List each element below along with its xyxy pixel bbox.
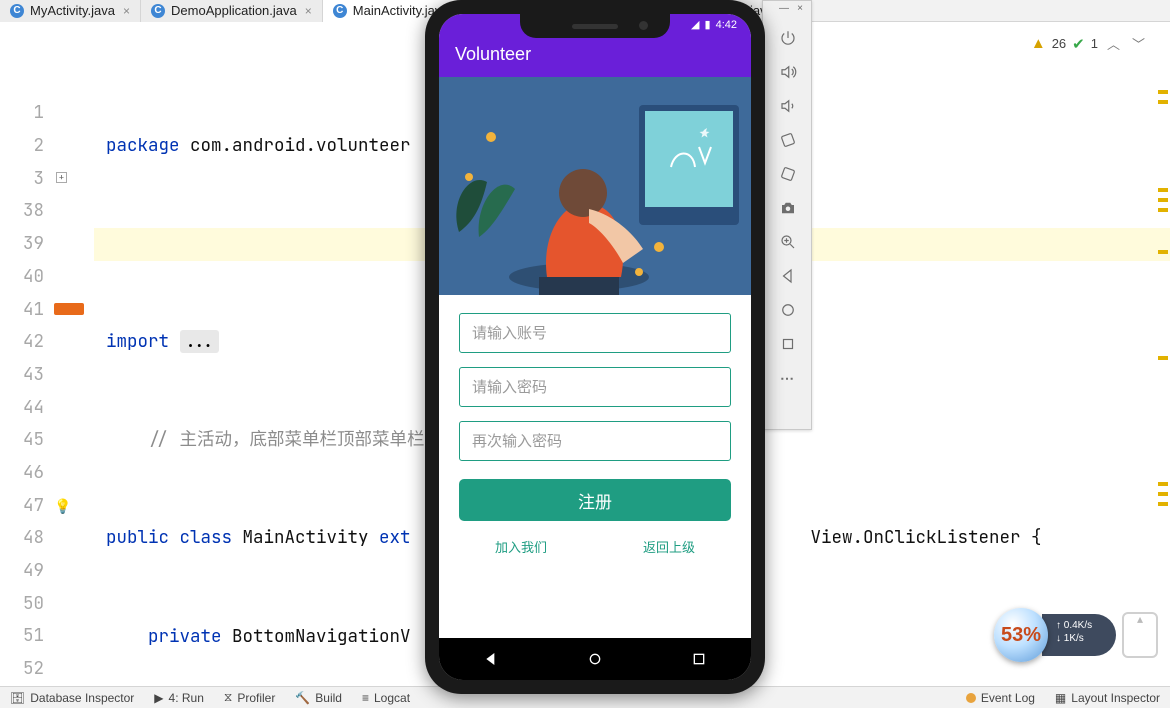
rotate-right-button[interactable] [763, 157, 813, 191]
line-number-gutter: 1233839404142434445464748495051525354 [0, 22, 54, 686]
tab-label: DemoApplication.java [171, 3, 297, 18]
android-back-button[interactable] [763, 259, 813, 293]
volume-down-button[interactable] [763, 89, 813, 123]
java-class-icon: C [151, 4, 165, 18]
build-tool-button[interactable]: 🔨Build [285, 691, 352, 705]
nav-home-icon[interactable] [587, 651, 603, 667]
widget-percent: 53% [994, 608, 1048, 662]
database-icon: 🗄 [10, 691, 25, 705]
password-confirm-input[interactable] [459, 421, 731, 461]
database-inspector-button[interactable]: 🗄Database Inspector [0, 691, 144, 705]
volume-up-button[interactable] [763, 55, 813, 89]
android-status-bar: ◢ ▮ 4:42 [691, 18, 737, 31]
play-icon: ▶ [154, 691, 163, 705]
register-button[interactable]: 注册 [459, 479, 731, 521]
signal-icon: ◢ [691, 18, 699, 31]
android-home-button[interactable] [763, 293, 813, 327]
run-tool-button[interactable]: ▶4: Run [144, 691, 214, 705]
nav-overview-icon[interactable] [691, 651, 707, 667]
emulator-toolbar: — × ⋯ [762, 0, 812, 430]
password-input[interactable] [459, 367, 731, 407]
event-log-icon [966, 693, 976, 703]
android-overview-button[interactable] [763, 327, 813, 361]
checkmark-icon: ✔ [1072, 35, 1085, 53]
battery-icon: ▮ [705, 18, 711, 31]
intention-bulb-icon[interactable]: 💡 [54, 498, 71, 516]
next-highlight-button[interactable]: ﹀ [1129, 34, 1148, 53]
minimize-button[interactable]: — [777, 3, 791, 15]
tab-myactivity[interactable]: C MyActivity.java × [0, 0, 141, 22]
prev-highlight-button[interactable]: ︿ [1104, 34, 1123, 53]
join-us-link[interactable]: 加入我们 [495, 537, 547, 556]
inspection-summary: ▲ 26 ✔ 1 ︿ ﹀ [1031, 34, 1148, 53]
close-icon[interactable]: × [305, 4, 312, 18]
emulator-screen[interactable]: ◢ ▮ 4:42 Volunteer [439, 14, 751, 680]
tab-demoapplication[interactable]: C DemoApplication.java × [141, 0, 323, 22]
class-gutter-icon [54, 303, 84, 315]
widget-speeds: ↑ 0.4K/s ↓ 1K/s [1042, 614, 1116, 656]
hero-illustration [439, 77, 751, 295]
rotate-left-button[interactable] [763, 123, 813, 157]
ok-count: 1 [1091, 36, 1098, 51]
event-log-button[interactable]: Event Log [956, 691, 1045, 705]
profiler-button[interactable]: ⧖Profiler [214, 690, 285, 705]
tab-label: MyActivity.java [30, 3, 115, 18]
close-button[interactable]: × [793, 3, 807, 15]
error-stripe[interactable] [1156, 22, 1170, 686]
zoom-button[interactable] [763, 225, 813, 259]
logcat-button[interactable]: ≡Logcat [352, 691, 420, 705]
network-speed-widget[interactable]: 53% ↑ 0.4K/s ↓ 1K/s [994, 608, 1158, 662]
layout-inspector-icon: ▦ [1055, 691, 1066, 705]
back-link[interactable]: 返回上级 [643, 537, 695, 556]
layout-inspector-button[interactable]: ▦Layout Inspector [1045, 691, 1170, 705]
profiler-icon: ⧖ [224, 690, 232, 705]
java-class-icon: C [10, 4, 24, 18]
device-notch [520, 14, 670, 38]
icon-gutter: + 💡 [54, 22, 94, 686]
logcat-icon: ≡ [362, 691, 369, 705]
screenshot-button[interactable] [763, 191, 813, 225]
account-input[interactable] [459, 313, 731, 353]
nav-back-icon[interactable] [483, 651, 499, 667]
warning-count: 26 [1052, 36, 1066, 51]
widget-expand-button[interactable] [1122, 612, 1158, 658]
hammer-icon: 🔨 [295, 691, 310, 705]
app-title: Volunteer [455, 44, 531, 64]
warning-icon: ▲ [1031, 35, 1046, 52]
register-form: 注册 加入我们 返回上级 [439, 295, 751, 566]
status-time: 4:42 [716, 19, 737, 31]
power-button[interactable] [763, 21, 813, 55]
emulator-device-frame: ◢ ▮ 4:42 Volunteer [425, 0, 765, 694]
more-button[interactable]: ⋯ [763, 361, 813, 395]
close-icon[interactable]: × [123, 4, 130, 18]
fold-toggle-icon[interactable]: + [56, 172, 67, 183]
java-class-icon: C [333, 4, 347, 18]
android-nav-bar [439, 638, 751, 680]
